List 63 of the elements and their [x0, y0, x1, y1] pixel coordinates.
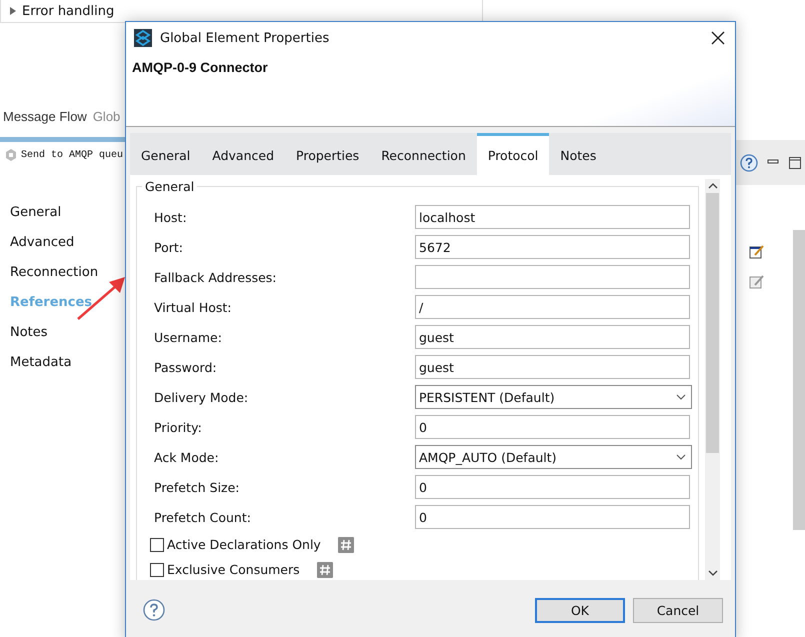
hash-icon[interactable]	[338, 536, 354, 552]
tab[interactable]: General	[130, 133, 202, 175]
input-field[interactable]: guest	[415, 325, 690, 349]
dropdown[interactable]: AMQP_AUTO (Default)	[415, 445, 692, 469]
expand-arrow-icon[interactable]	[10, 7, 16, 15]
scrollbar[interactable]	[793, 230, 805, 530]
sidebar-item[interactable]: Notes	[10, 324, 48, 342]
input-field[interactable]: localhost	[415, 205, 690, 229]
input-field[interactable]: 0	[415, 475, 690, 499]
field-label: Prefetch Size:	[154, 480, 241, 494]
checkbox[interactable]	[150, 538, 164, 552]
scroll-down-icon[interactable]	[708, 570, 718, 576]
field-label: Username:	[154, 330, 223, 344]
group-title: General	[144, 179, 196, 194]
field-label: Prefetch Count:	[154, 510, 252, 524]
help-icon[interactable]	[740, 154, 758, 172]
dialog-button[interactable]: OK	[535, 598, 625, 622]
tab[interactable]: Protocol	[476, 133, 550, 175]
scroll-thumb[interactable]	[706, 193, 719, 453]
field-label: Priority:	[154, 420, 203, 434]
field-label: Ack Mode:	[154, 450, 220, 464]
checkbox-label: Active Declarations Only	[167, 537, 321, 552]
checkbox-label: Exclusive Consumers	[167, 562, 300, 577]
close-icon[interactable]	[711, 31, 725, 45]
scrollbar[interactable]	[705, 179, 720, 580]
field-label: Delivery Mode:	[154, 390, 250, 404]
help-icon[interactable]	[143, 599, 165, 621]
checkbox[interactable]	[150, 562, 164, 576]
field-label: Virtual Host:	[154, 300, 232, 314]
field-label: Port:	[154, 240, 184, 254]
scroll-up-icon[interactable]	[708, 183, 718, 189]
outline-item[interactable]: Error handling	[22, 4, 114, 18]
edit-icon[interactable]	[749, 244, 765, 260]
app-logo-icon	[134, 29, 152, 47]
tab[interactable]: Properties	[285, 133, 370, 175]
dialog-button[interactable]: Cancel	[633, 598, 723, 622]
editor-tab[interactable]: Glob	[92, 109, 120, 129]
field-label: Host:	[154, 210, 188, 224]
sidebar-item[interactable]: Metadata	[10, 354, 72, 372]
field-label: Password:	[154, 360, 218, 374]
input-field[interactable]	[415, 265, 690, 289]
dropdown[interactable]: PERSISTENT (Default)	[415, 385, 692, 409]
dialog-heading: AMQP-0-9 Connector	[132, 60, 268, 75]
tab[interactable]: Notes	[549, 133, 608, 175]
sidebar-item[interactable]: General	[10, 204, 62, 222]
node-title: Send to AMQP queu	[21, 150, 124, 160]
connector-icon	[4, 148, 18, 162]
tab[interactable]: Advanced	[201, 133, 286, 175]
chevron-down-icon	[676, 454, 686, 460]
window-title: Global Element Properties	[160, 30, 330, 46]
editor-tab[interactable]: Message Flow	[3, 109, 87, 129]
sidebar-item[interactable]: Reconnection	[10, 264, 98, 282]
input-field[interactable]: guest	[415, 355, 690, 379]
input-field[interactable]: 0	[415, 505, 690, 529]
input-field[interactable]: 0	[415, 415, 690, 439]
chevron-down-icon	[676, 394, 686, 400]
sidebar-item[interactable]: Advanced	[10, 234, 74, 252]
input-field[interactable]: /	[415, 295, 690, 319]
hash-icon[interactable]	[316, 562, 333, 578]
maximize-icon[interactable]	[788, 156, 802, 170]
field-label: Fallback Addresses:	[154, 270, 278, 284]
tab[interactable]: Reconnection	[370, 133, 477, 175]
input-field[interactable]: 5672	[415, 235, 690, 259]
